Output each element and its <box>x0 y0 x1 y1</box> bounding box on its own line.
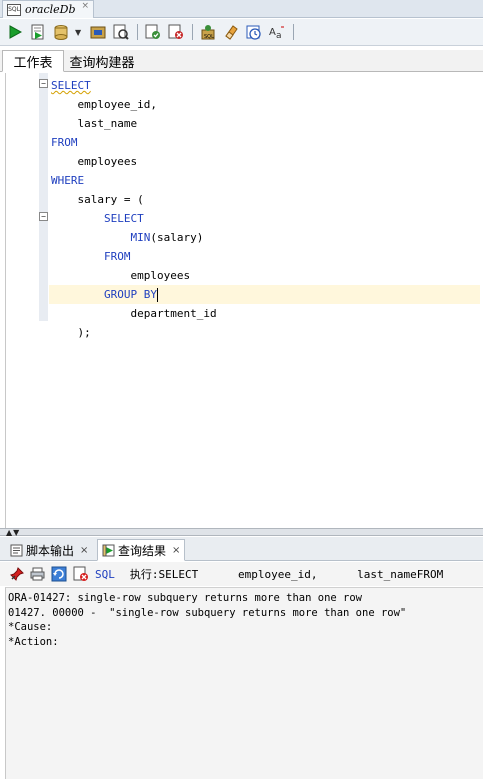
code-line: SELECT <box>51 209 480 228</box>
text-caret <box>156 288 158 302</box>
toolbar-separator <box>192 24 193 40</box>
panel-splitter[interactable]: ▲▼ <box>0 528 483 537</box>
sql-keyword: SELECT <box>51 79 91 92</box>
format-icon[interactable]: Aa <box>268 23 286 41</box>
sql-keyword: FROM <box>103 250 131 263</box>
code-line: last_name <box>51 114 480 133</box>
executed-statement: 执行:SELECT employee_id, last_nameFROM emp… <box>129 568 444 581</box>
code-text: (salary) <box>150 231 204 244</box>
run-script-icon[interactable] <box>29 23 47 41</box>
code-line: FROM <box>51 247 480 266</box>
code-text: department_id <box>130 307 217 320</box>
script-output-icon <box>10 544 23 556</box>
code-line: salary = ( <box>51 190 480 209</box>
code-line: employees <box>51 152 480 171</box>
code-line: ); <box>51 323 480 342</box>
code-line: department_id <box>51 304 480 323</box>
close-icon[interactable]: × <box>81 1 89 11</box>
rollback-icon[interactable] <box>89 23 107 41</box>
eraser-icon[interactable] <box>222 23 240 41</box>
sql-keyword: FROM <box>51 136 78 149</box>
sql-worksheet-icon: SQL <box>7 3 21 16</box>
fold-region <box>39 73 48 321</box>
toolbar-separator <box>293 24 294 40</box>
sql-link[interactable]: SQL <box>95 568 115 581</box>
close-icon[interactable]: × <box>172 545 180 556</box>
code-area[interactable]: SELECT employee_id, last_name FROM emplo… <box>49 76 480 342</box>
sql-keyword: SELECT <box>103 212 144 225</box>
code-line: employees <box>51 266 480 285</box>
collapse-icon[interactable]: − <box>39 79 48 88</box>
sql-keyword: WHERE <box>51 174 85 187</box>
tab-query-result[interactable]: 查询结果 × <box>97 539 185 561</box>
splitter-arrows-icon[interactable]: ▲▼ <box>6 528 20 537</box>
code-line: FROM <box>51 133 480 152</box>
run-statement-icon[interactable] <box>6 23 24 41</box>
sql-function: MIN <box>130 231 151 244</box>
error-line: *Cause: <box>8 621 53 633</box>
code-line: WHERE <box>51 171 480 190</box>
print-icon[interactable] <box>30 566 45 582</box>
error-line: ORA-01427: single-row subquery returns m… <box>8 592 363 604</box>
cancel-icon[interactable] <box>73 566 89 582</box>
svg-text:a: a <box>276 31 282 40</box>
close-icon[interactable]: × <box>80 545 88 556</box>
output-tabs: 脚本输出 × 查询结果 × <box>0 537 483 561</box>
history-icon[interactable] <box>245 23 263 41</box>
code-line: employee_id, <box>51 95 480 114</box>
error-line: 01427. 00000 - "single-row subquery retu… <box>8 606 407 619</box>
toolbar-separator <box>137 24 138 40</box>
explain-plan-icon[interactable] <box>144 23 162 41</box>
code-text: last_name <box>77 117 138 130</box>
worksheet-toolbar: ▼ SQL Aa <box>0 19 483 46</box>
results-toolbar: SQL 执行:SELECT employee_id, last_nameFROM… <box>0 562 483 586</box>
tab-script-output[interactable]: 脚本输出 × <box>6 539 94 561</box>
document-tab-label: oracleDb <box>25 3 76 16</box>
error-line: *Action: <box>8 635 59 648</box>
autotrace-icon[interactable] <box>112 23 130 41</box>
pin-icon[interactable] <box>10 566 24 582</box>
query-result-output[interactable]: ORA-01427: single-row subquery returns m… <box>5 587 483 779</box>
code-line: SELECT <box>51 76 480 95</box>
svg-text:SQL: SQL <box>204 34 214 40</box>
commit-icon[interactable] <box>52 23 70 41</box>
document-tab-oracledb[interactable]: SQL oracleDb × <box>2 0 94 18</box>
clear-icon[interactable]: SQL <box>199 23 217 41</box>
current-code-line: GROUP BY <box>49 285 480 304</box>
svg-text:A: A <box>269 27 276 38</box>
collapse-icon[interactable]: − <box>39 212 48 221</box>
code-text: employees <box>130 269 191 282</box>
code-text: salary = ( <box>77 193 144 206</box>
document-tab-bar: SQL oracleDb × <box>0 0 483 18</box>
code-line: MIN(salary) <box>51 228 480 247</box>
chevron-down-icon[interactable]: ▼ <box>75 28 83 37</box>
refresh-icon[interactable] <box>51 566 67 582</box>
tab-label: 查询结果 <box>118 543 167 558</box>
query-result-icon <box>102 544 115 556</box>
code-text: employee_id, <box>77 98 157 111</box>
tab-label: 脚本输出 <box>26 543 75 558</box>
code-text: employees <box>77 155 138 168</box>
tab-worksheet[interactable]: 工作表 <box>2 50 64 72</box>
sql-tuning-icon[interactable] <box>167 23 185 41</box>
sql-keyword: GROUP BY <box>103 288 157 301</box>
worksheet-tabs: 工作表 查询构建器 <box>0 50 483 72</box>
editor-gutter: − − <box>6 73 48 528</box>
sql-editor[interactable]: − − SELECT employee_id, last_name FROM e… <box>5 73 483 528</box>
code-text: ); <box>77 326 91 339</box>
tab-query-builder[interactable]: 查询构建器 <box>66 50 138 72</box>
